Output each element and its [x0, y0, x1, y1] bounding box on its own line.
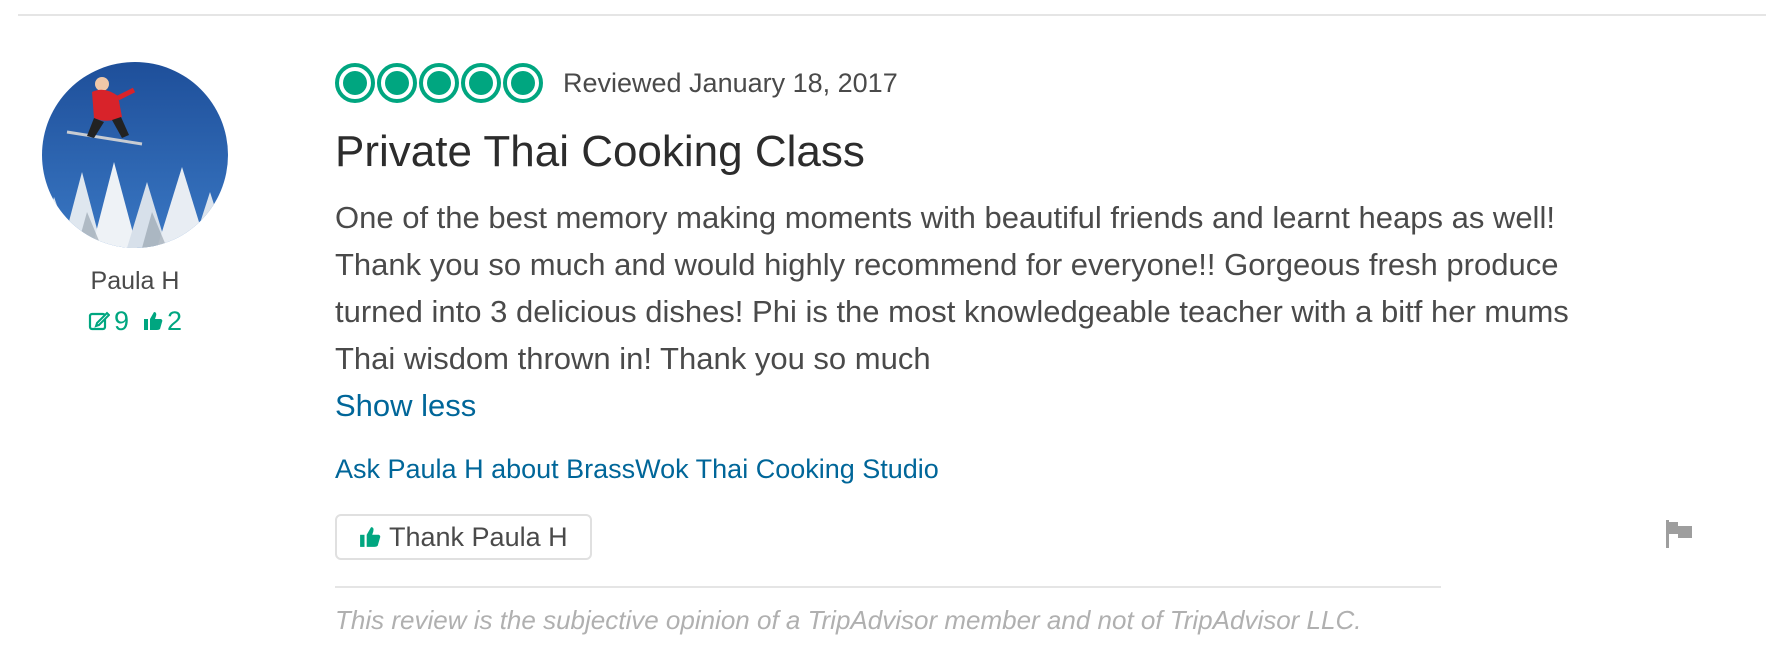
rating-row: Reviewed January 18, 2017 [335, 62, 1715, 104]
disclaimer-divider [335, 586, 1441, 588]
reviewer-stats: 9 2 [42, 306, 228, 336]
rating-bubble-fill [427, 71, 451, 95]
rating-bubble-fill [385, 71, 409, 95]
helpful-votes-value: 2 [167, 306, 183, 336]
rating-bubble [461, 63, 501, 103]
thank-reviewer-button[interactable]: Thank Paula H [335, 514, 592, 560]
review-body: Reviewed January 18, 2017 Private Thai C… [335, 62, 1715, 636]
ask-reviewer-link[interactable]: Ask Paula H about BrassWok Thai Cooking … [335, 452, 1715, 486]
rating-bubble [503, 63, 543, 103]
review-text: One of the best memory making moments wi… [335, 200, 1569, 376]
thank-button-label: Thank Paula H [389, 521, 568, 552]
review-date: Reviewed January 18, 2017 [563, 67, 898, 98]
flag-icon[interactable] [1664, 518, 1694, 550]
avatar[interactable] [42, 62, 228, 248]
pencil-edit-icon [88, 311, 110, 331]
review-disclaimer: This review is the subjective opinion of… [335, 605, 1362, 635]
helpful-votes[interactable]: 2 [143, 306, 182, 336]
bubble-rating [335, 63, 543, 103]
rating-bubble-fill [469, 71, 493, 95]
thumbs-up-icon [360, 527, 381, 547]
review-count-value: 9 [113, 306, 129, 336]
rating-bubble [419, 63, 459, 103]
rating-bubble-fill [511, 71, 535, 95]
thumbs-up-icon [144, 312, 163, 330]
rating-bubble-fill [343, 71, 367, 95]
reviewer-info: Paula H 9 2 [42, 62, 228, 336]
review-count[interactable]: 9 [88, 306, 129, 336]
show-less-link[interactable]: Show less [335, 386, 476, 426]
reviewer-name[interactable]: Paula H [42, 266, 228, 296]
review-card: Paula H 9 2 Reviewed January 18, 2017 Pr… [0, 0, 1784, 670]
rating-bubble [377, 63, 417, 103]
review-title[interactable]: Private Thai Cooking Class [335, 124, 1715, 180]
rating-bubble [335, 63, 375, 103]
top-divider [18, 14, 1766, 16]
